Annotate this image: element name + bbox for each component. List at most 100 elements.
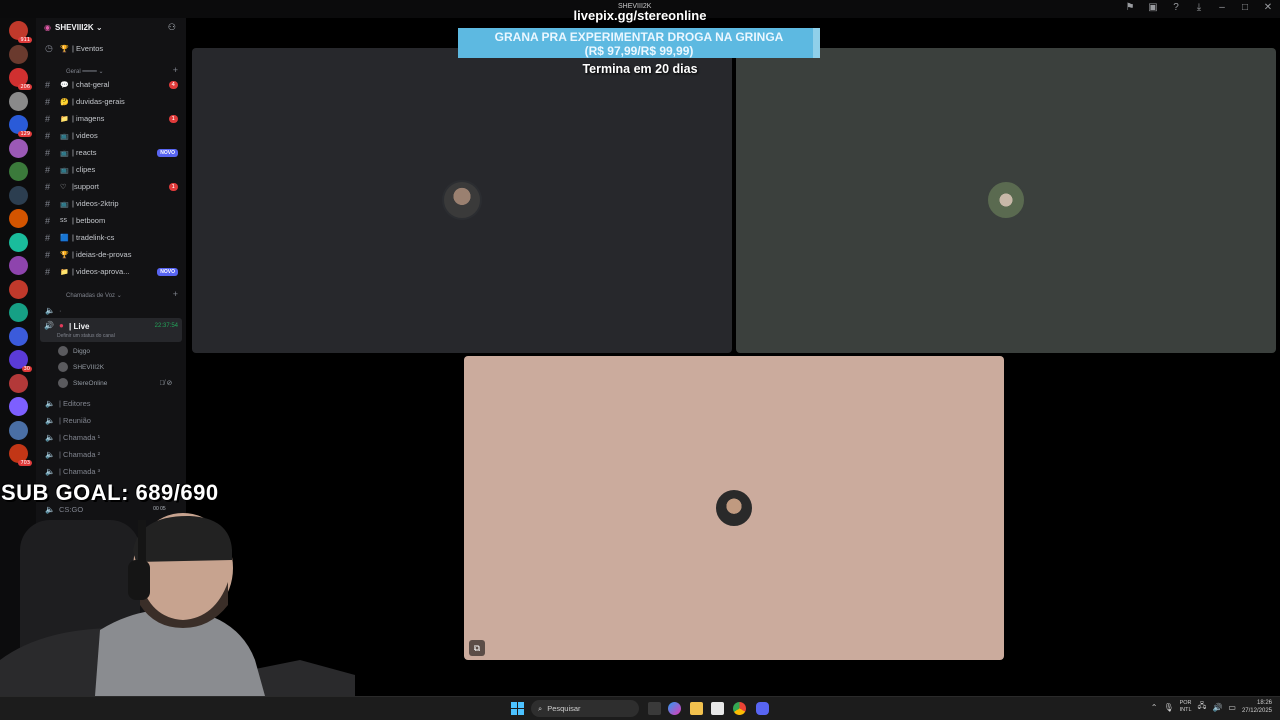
voice-channel-item[interactable]: 🔈 | Reunião <box>42 413 91 427</box>
server-icon[interactable]: 30 <box>9 350 32 372</box>
voice-channel-label: | Editores <box>59 398 91 408</box>
events-label: | Eventos <box>72 44 104 53</box>
server-icon[interactable] <box>9 420 28 440</box>
channel-label: | imagens <box>72 114 105 123</box>
server-icon[interactable] <box>9 138 28 158</box>
server-icon[interactable] <box>9 209 28 228</box>
copilot-icon[interactable] <box>668 702 681 715</box>
taskbar: ⌕ Pesquisar ⌃ 🎙 POR INTL 🖧 🔊 ▭ 18:26 27/12/… <box>0 696 1280 720</box>
minimize-icon[interactable]: – <box>1216 2 1228 13</box>
flag-icon[interactable]: ⚑ <box>1124 2 1136 13</box>
channel-item[interactable]: # 💬 | chat-geral 4 <box>42 77 180 92</box>
server-icon[interactable] <box>9 303 28 322</box>
windows-start-icon[interactable] <box>511 702 524 715</box>
trophy-icon: 🏆 <box>60 45 69 53</box>
screen-icon[interactable]: ▣ <box>1147 2 1159 13</box>
server-icon[interactable]: 206 <box>9 68 32 90</box>
channel-emoji-icon: 📁 <box>60 115 69 123</box>
channel-item[interactable]: # 📁 | imagens 1 <box>42 111 180 126</box>
store-icon[interactable] <box>711 702 724 715</box>
channel-item[interactable]: # 🟦 | tradelink-cs <box>42 230 180 245</box>
channel-item[interactable]: # 🤔 | duvidas-gerais <box>42 94 180 109</box>
voice-channel-item[interactable]: 🔈 | Chamada ¹ <box>42 430 100 444</box>
add-channel-icon[interactable]: + <box>173 65 178 75</box>
server-icon[interactable]: 129 <box>9 115 32 137</box>
channel-label: |support <box>72 182 99 191</box>
category-geral[interactable]: Geral ━━━━ ⌄ <box>66 68 103 75</box>
channel-label: | clipes <box>72 165 96 174</box>
task-view-icon[interactable] <box>648 702 661 715</box>
channel-status[interactable]: Definir um status do canal <box>57 333 115 339</box>
server-header[interactable]: ◉ SHEVIII2K ⌄ <box>44 23 103 32</box>
maximize-icon[interactable]: □ <box>1239 2 1251 13</box>
add-member-icon[interactable]: ⚇ <box>168 22 176 33</box>
battery-icon[interactable]: ▭ <box>1228 703 1236 712</box>
goal-deadline: Termina em 20 dias <box>582 62 698 76</box>
volume-icon[interactable]: 🔊 <box>1212 703 1222 712</box>
server-icon[interactable] <box>9 397 28 416</box>
discord-icon[interactable] <box>756 702 769 715</box>
voice-channel-label: | Chamada ² <box>59 449 101 459</box>
speaker-icon: 🔈 <box>45 466 55 476</box>
voice-channel-hidden[interactable]: 🔈 · <box>42 303 62 317</box>
network-icon[interactable]: 🖧 <box>1198 700 1207 714</box>
member-item[interactable]: StereOnline 🎙̸ ⊘ <box>58 377 172 389</box>
channel-label: | betboom <box>72 216 106 225</box>
mention-badge: 703 <box>18 460 32 466</box>
video-tile-3[interactable]: ⧉ <box>464 356 1004 660</box>
voice-channel-item[interactable]: 🔈 | Chamada ² <box>42 447 100 461</box>
voice-channel-item[interactable]: 🔈 | Chamada ³ <box>42 464 100 478</box>
unread-badge: 1 <box>168 182 178 191</box>
avatar <box>58 362 68 372</box>
language-indicator[interactable]: POR INTL <box>1180 700 1192 714</box>
screen-share-icon[interactable]: ⧉ <box>469 640 485 656</box>
server-icon[interactable] <box>9 44 28 64</box>
server-icon[interactable] <box>9 232 28 252</box>
voice-channel-item[interactable]: 🔈 | Editores <box>42 396 91 410</box>
server-icon[interactable]: 911 <box>9 21 32 43</box>
mic-icon[interactable]: 🎙 <box>1163 703 1173 712</box>
channel-label: | ideias-de-provas <box>72 250 132 259</box>
mention-badge: 129 <box>18 131 32 137</box>
events-item[interactable]: ◷ 🏆 | Eventos <box>42 41 180 56</box>
server-icon[interactable]: 703 <box>9 444 32 466</box>
channel-item[interactable]: # 📺 | reacts NOVO <box>42 145 180 160</box>
channel-item[interactable]: # 📁 | videos-aprova... NOVO <box>42 264 180 279</box>
server-icon[interactable] <box>9 279 28 299</box>
help-icon[interactable]: ? <box>1170 2 1182 13</box>
add-voice-channel-icon[interactable]: + <box>173 289 178 299</box>
voice-channel-live[interactable]: 🔊 ● | Live 22:37:54 Definir um status do… <box>40 318 182 342</box>
video-tile-1[interactable] <box>192 48 732 353</box>
close-icon[interactable]: ✕ <box>1262 2 1274 13</box>
channel-item[interactable]: # 📺 | clipes <box>42 162 180 177</box>
clock[interactable]: 18:26 27/12/2025 <box>1242 699 1272 715</box>
video-tile-2[interactable] <box>736 48 1276 353</box>
taskbar-search[interactable]: ⌕ Pesquisar <box>531 700 639 717</box>
download-icon[interactable]: ⤓ <box>1193 2 1205 13</box>
server-icon[interactable] <box>9 91 28 111</box>
avatar <box>442 180 482 220</box>
speaker-icon: 🔈 <box>45 449 55 459</box>
file-explorer-icon[interactable] <box>690 702 703 715</box>
channel-item[interactable]: # ♡ |support 1 <box>42 179 180 194</box>
member-item[interactable]: Diggo <box>58 345 90 357</box>
voice-channel-label: | Chamada ³ <box>59 466 101 476</box>
channel-item[interactable]: # ss | betboom <box>42 213 180 228</box>
member-item[interactable]: SHEVIII2K <box>58 361 104 373</box>
server-icon[interactable] <box>9 185 28 205</box>
mention-badge: 911 <box>18 37 32 43</box>
channel-item[interactable]: # 📺 | videos <box>42 128 180 143</box>
server-icon[interactable] <box>9 373 28 393</box>
channel-item[interactable]: # 🏆 | ideias-de-provas <box>42 247 180 262</box>
channel-emoji-icon: 🟦 <box>60 234 69 242</box>
calendar-icon: ◷ <box>45 43 53 53</box>
category-voice[interactable]: Chamadas de Voz ⌄ <box>66 292 122 299</box>
channel-item[interactable]: # 📺 | videos-2ktrip <box>42 196 180 211</box>
donation-link: livepix.gg/stereonline <box>573 8 707 23</box>
server-icon[interactable] <box>9 162 28 181</box>
server-icon[interactable] <box>9 326 28 346</box>
chevron-up-icon[interactable]: ⌃ <box>1151 703 1158 712</box>
chrome-icon[interactable] <box>733 702 746 715</box>
avatar <box>714 488 754 528</box>
server-icon[interactable] <box>9 256 28 275</box>
